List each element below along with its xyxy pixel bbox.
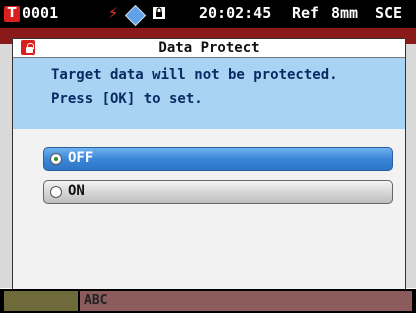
radio-selected-icon [50,153,62,165]
option-on-label: ON [68,183,85,199]
option-off[interactable]: OFF [43,147,393,171]
option-on[interactable]: ON [43,180,393,204]
clock-time: 20:02:45 [199,4,272,22]
dialog-titlebar: Data Protect [13,39,405,58]
bottom-field-label: ABC [84,293,108,308]
bottom-bar: ABC [0,289,416,313]
target-badge-letter: T [7,6,17,21]
battery-bolt-icon: ⚡ [108,3,119,23]
status-bar: T 0001 ⚡ 20:02:45 Ref 8mm SCE [0,0,416,28]
bottom-cell-left [4,291,78,311]
dialog-header: Data Protect Target data will not be pro… [13,39,405,129]
option-off-label: OFF [68,150,94,166]
dialog-message-line2: Press [OK] to set. [51,91,203,107]
radio-unselected-icon [50,186,62,198]
dialog-title: Data Protect [158,40,260,56]
tag-icon [124,4,147,27]
lock-icon [153,7,165,19]
data-protect-dialog: Data Protect Target data will not be pro… [12,38,406,290]
instrument-screen: T 0001 ⚡ 20:02:45 Ref 8mm SCE Data Prote… [0,0,416,313]
target-badge-icon: T [4,6,20,22]
mode-indicator: SCE [375,4,403,22]
dialog-message-line1: Target data will not be protected. [51,67,338,83]
bottom-cell-field: ABC [80,291,412,311]
aperture-indicator: 8mm [331,4,359,22]
ref-indicator: Ref [292,4,320,22]
target-id: 0001 [22,4,59,22]
